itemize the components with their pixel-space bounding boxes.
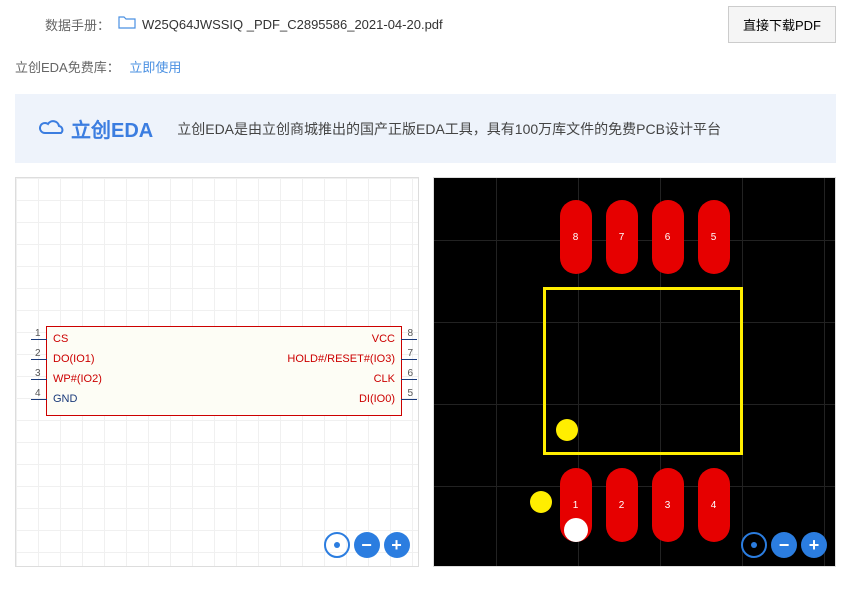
banner-text: 立创EDA是由立创商城推出的国产正版EDA工具，具有100万库文件的免费PCB设… <box>177 119 721 139</box>
pdf-filename[interactable]: W25Q64JWSSIQ _PDF_C2895586_2021-04-20.pd… <box>142 17 443 32</box>
download-pdf-button[interactable]: 直接下载PDF <box>728 6 836 43</box>
schematic-symbol: 1CS 2DO(IO1) 3WP#(IO2) 4GND 8VCC 7HOLD#/… <box>46 326 402 416</box>
origin-marker-yellow <box>530 491 552 513</box>
use-now-link[interactable]: 立即使用 <box>129 60 181 75</box>
pcb-pad: 3 <box>652 468 684 542</box>
schematic-panel[interactable]: 1CS 2DO(IO1) 3WP#(IO2) 4GND 8VCC 7HOLD#/… <box>15 177 419 567</box>
schematic-zoom-in-button[interactable]: + <box>384 532 410 558</box>
pcb-pad: 6 <box>652 200 684 274</box>
origin-marker-white <box>564 518 588 542</box>
pcb-panel[interactable]: 8 7 6 5 1 2 3 4 − + <box>433 177 837 567</box>
pcb-zoom-out-button[interactable]: − <box>771 532 797 558</box>
eda-logo: 立创EDA <box>39 114 153 143</box>
schematic-zoom-out-button[interactable]: − <box>354 532 380 558</box>
pcb-zoom-in-button[interactable]: + <box>801 532 827 558</box>
pcb-pad: 5 <box>698 200 730 274</box>
eda-banner: 立创EDA 立创EDA是由立创商城推出的国产正版EDA工具，具有100万库文件的… <box>15 94 836 163</box>
folder-icon <box>118 15 136 34</box>
pcb-pad: 2 <box>606 468 638 542</box>
pcb-pad: 7 <box>606 200 638 274</box>
pcb-pad: 4 <box>698 468 730 542</box>
schematic-center-button[interactable] <box>324 532 350 558</box>
pin1-marker-yellow <box>556 419 578 441</box>
datasheet-label: 数据手册： <box>45 15 110 34</box>
pcb-center-button[interactable] <box>741 532 767 558</box>
pcb-pad: 8 <box>560 200 592 274</box>
eda-library-label: 立创EDA免费库： <box>15 60 120 75</box>
